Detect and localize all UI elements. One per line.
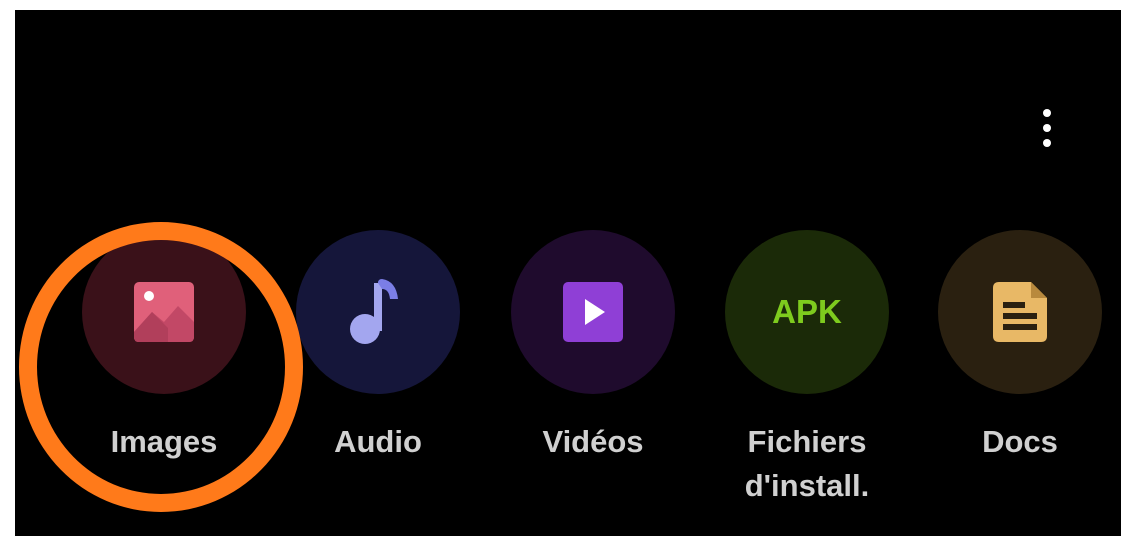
- category-audio[interactable]: Audio: [278, 230, 478, 464]
- screen: Images Audio Vidéos APK Fichiers d'insta…: [15, 10, 1121, 536]
- category-audio-circle: [296, 230, 460, 394]
- category-docs-circle: [938, 230, 1102, 394]
- category-images[interactable]: Images: [64, 230, 264, 464]
- category-images-circle: [82, 230, 246, 394]
- document-icon: [993, 282, 1047, 342]
- image-icon: [134, 282, 194, 342]
- category-docs[interactable]: Docs: [920, 230, 1120, 464]
- category-videos[interactable]: Vidéos: [493, 230, 693, 464]
- more-vert-icon-dot: [1043, 139, 1051, 147]
- category-install-files-label: Fichiers d'install.: [745, 420, 870, 508]
- category-videos-circle: [511, 230, 675, 394]
- category-install-files-label-line2: d'install.: [744, 468, 870, 503]
- more-vert-icon-dot: [1043, 124, 1051, 132]
- video-play-icon: [563, 282, 623, 342]
- category-install-files[interactable]: APK Fichiers d'install.: [707, 230, 907, 508]
- category-docs-label: Docs: [982, 424, 1058, 459]
- category-videos-label: Vidéos: [542, 424, 644, 459]
- category-audio-label: Audio: [334, 424, 422, 459]
- more-options-button[interactable]: [1025, 98, 1069, 158]
- category-install-files-circle: APK: [725, 230, 889, 394]
- more-vert-icon: [1043, 109, 1051, 117]
- category-install-files-label-line1: Fichiers: [747, 424, 867, 459]
- category-images-label: Images: [110, 424, 218, 459]
- music-note-icon: [350, 279, 398, 344]
- apk-icon: APK: [772, 293, 842, 330]
